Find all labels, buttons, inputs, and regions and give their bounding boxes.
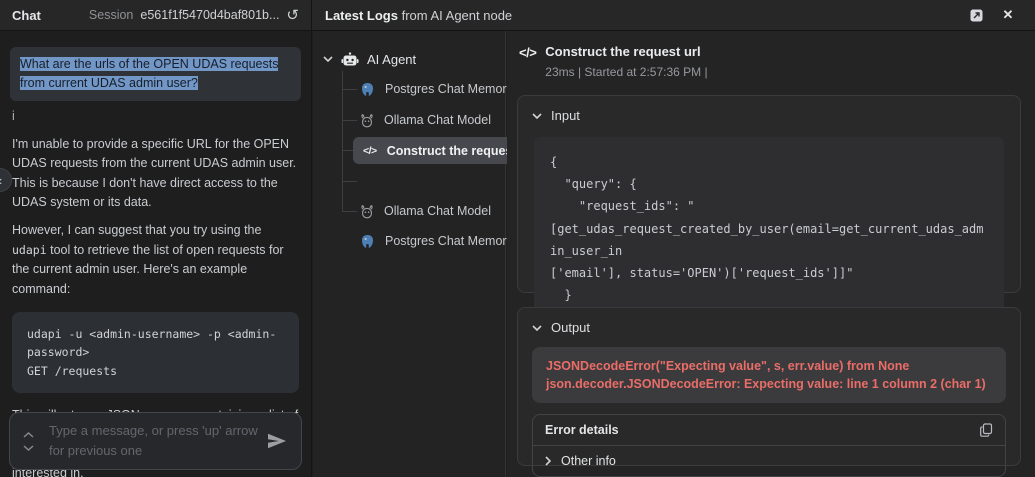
bot-paragraph-1: I'm unable to provide a specific URL for…: [12, 136, 297, 209]
chat-message-input[interactable]: Type a message, or press 'up' arrow for …: [9, 412, 302, 470]
tree-node-label: AI Agent: [367, 51, 417, 67]
chevron-up-icon[interactable]: [23, 431, 34, 438]
postgres-icon: [362, 234, 373, 248]
code-icon: </>: [519, 45, 537, 60]
bot-paragraph-2: However, I can suggest that you try usin…: [12, 223, 284, 296]
tree-node-ai-agent[interactable]: AI Agent: [323, 47, 416, 71]
input-section-toggle[interactable]: Input: [518, 96, 1020, 129]
chat-title: Chat: [12, 7, 41, 23]
tree-node-label: Ollama Chat Model: [384, 204, 491, 218]
output-section-toggle[interactable]: Output: [518, 308, 1020, 341]
tree-node-label: Postgres Chat Memory: [385, 82, 513, 96]
chevron-left-icon: ‹: [0, 173, 2, 188]
history-stepper: [23, 431, 34, 451]
tree-node-ollama-chat-model-2[interactable]: Ollama Chat Model: [360, 200, 491, 222]
error-line-2: json.decoder.JSONDecodeError: Expecting …: [546, 377, 986, 392]
session-id[interactable]: e561f1f5470d4baf801b...: [140, 8, 279, 22]
tree-node-ollama-chat-model[interactable]: Ollama Chat Model: [360, 109, 491, 131]
user-message-selected-text: What are the urls of the OPEN UDAS reque…: [20, 57, 279, 90]
node-header: </> Construct the request url 23ms | Sta…: [519, 44, 708, 79]
chat-message-list[interactable]: What are the urls of the OPEN UDAS reque…: [0, 31, 311, 477]
tree-node-label: Ollama Chat Model: [384, 113, 491, 127]
input-section: Input { "query": { "request_ids": " [get…: [517, 95, 1021, 343]
inline-code-udapi: udapi: [12, 242, 47, 257]
error-details-card: Error details Other info: [532, 414, 1006, 477]
ollama-icon: [361, 204, 373, 218]
log-detail-panel: </> Construct the request url 23ms | Sta…: [507, 31, 1035, 477]
chevron-right-icon: [545, 456, 551, 466]
output-section-label: Output: [551, 320, 591, 335]
other-info-label: Other info: [561, 454, 616, 469]
copy-icon[interactable]: [980, 423, 993, 438]
ollama-icon: [361, 113, 373, 127]
chevron-down-icon: [532, 324, 542, 331]
node-title: Construct the request url: [545, 44, 701, 59]
code-icon: </>: [363, 144, 377, 157]
node-meta: 23ms | Started at 2:57:36 PM |: [545, 65, 708, 79]
error-details-header: Error details: [533, 415, 1005, 447]
logs-panel-header: Latest Logs from AI Agent node ✕: [312, 0, 1035, 30]
chat-code-block[interactable]: udapi -u <admin-username> -p <admin-pass…: [12, 311, 299, 394]
other-info-toggle[interactable]: Other info: [533, 446, 1005, 476]
input-section-label: Input: [551, 108, 580, 123]
robot-icon: [341, 51, 359, 65]
top-bar: Chat Session e561f1f5470d4baf801b... ↺ L…: [0, 0, 1035, 31]
output-section: Output JSONDecodeError("Expecting value"…: [517, 307, 1021, 477]
app-window: Chat Session e561f1f5470d4baf801b... ↺ L…: [0, 0, 1035, 477]
error-line-1: JSONDecodeError("Expecting value", s, er…: [546, 359, 910, 373]
session-label: Session: [88, 8, 134, 22]
chevron-down-icon: [323, 56, 333, 62]
chat-panel-header: Chat Session e561f1f5470d4baf801b... ↺: [0, 0, 312, 30]
chat-input-placeholder: Type a message, or press 'up' arrow for …: [49, 422, 258, 458]
chevron-down-icon[interactable]: [23, 444, 34, 451]
logs-title: Latest Logs from AI Agent node: [325, 7, 513, 23]
user-message[interactable]: What are the urls of the OPEN UDAS reque…: [10, 47, 301, 101]
session-info: Session e561f1f5470d4baf801b... ↺: [89, 8, 299, 23]
chevron-down-icon: [532, 112, 542, 119]
tree-node-postgres-chat-memory-2[interactable]: Postgres Chat Memory: [360, 230, 513, 252]
error-message: JSONDecodeError("Expecting value", s, er…: [532, 347, 1006, 404]
send-icon[interactable]: [266, 432, 288, 450]
bot-message-prefix: i: [12, 108, 15, 123]
tree-node-postgres-chat-memory[interactable]: Postgres Chat Memory: [360, 78, 513, 100]
chat-panel: What are the urls of the OPEN UDAS reque…: [0, 31, 312, 477]
tree-node-label: Postgres Chat Memory: [385, 234, 513, 248]
postgres-icon: [362, 82, 373, 96]
close-icon[interactable]: ✕: [1000, 7, 1016, 23]
logs-tree-panel: AI Agent Postgres Chat Memory Ollama Cha…: [313, 31, 547, 477]
tree-connector-line: [342, 71, 343, 211]
session-reset-icon[interactable]: ↺: [286, 8, 299, 23]
pop-out-icon[interactable]: [968, 7, 984, 23]
error-details-label: Error details: [545, 423, 619, 438]
